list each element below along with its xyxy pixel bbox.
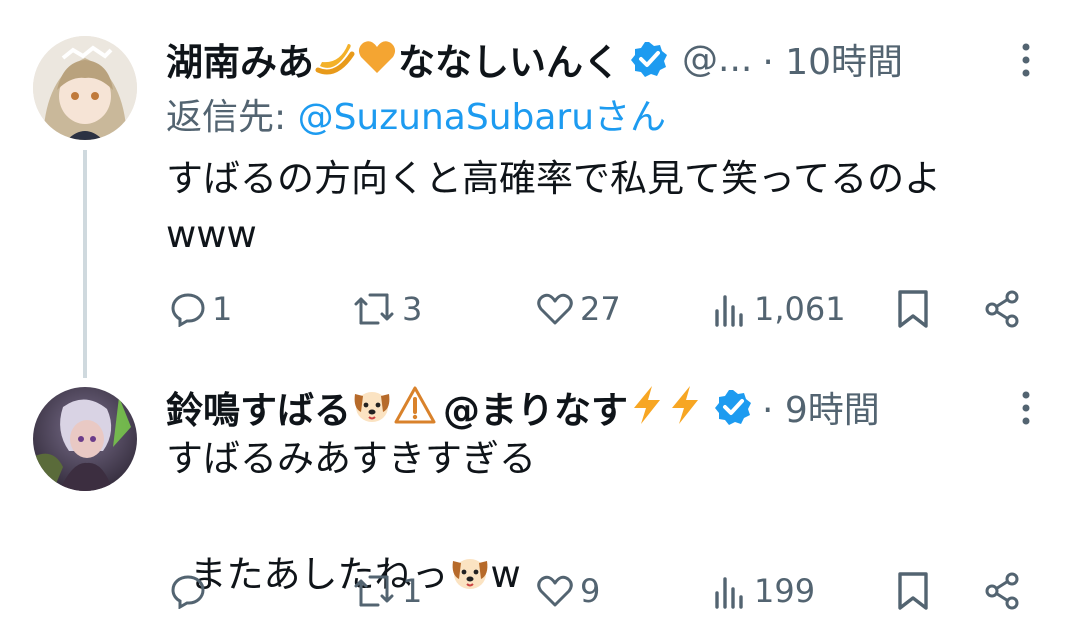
reply-icon	[171, 293, 205, 327]
retweet-count: 3	[402, 290, 423, 328]
tweet2-name-suffix[interactable]: @まりなす	[443, 380, 628, 434]
views-count: 199	[754, 572, 816, 610]
bookmark-icon	[898, 290, 928, 328]
like-count: 27	[580, 290, 621, 328]
views-icon	[715, 577, 743, 609]
retweet-button[interactable]: 3	[352, 284, 422, 334]
reply-count: 1	[212, 290, 233, 328]
tweet1-display-name[interactable]: 湖南みあ	[166, 32, 314, 86]
share-icon	[985, 290, 1019, 328]
views-button[interactable]: 1,061	[712, 284, 846, 334]
retweet-count: 1	[402, 572, 423, 610]
heart-icon	[537, 293, 573, 325]
bookmark-button[interactable]	[896, 284, 930, 334]
avatar-subaru[interactable]	[33, 387, 137, 491]
like-button[interactable]: 9	[536, 566, 600, 616]
bookmark-button[interactable]	[896, 566, 930, 616]
verified-badge-icon	[714, 388, 752, 426]
tweet1-actions: 1 3 27 1,061	[166, 284, 1026, 334]
retweet-icon	[354, 293, 394, 325]
warning-icon	[393, 384, 437, 430]
tweet2-header: 鈴鳴すばる @まりなす · 9時間	[166, 382, 880, 432]
tweet1-text-line1: すばるの方向くと高確率で私見て笑ってるのよ	[166, 157, 942, 200]
lightning-icon	[628, 384, 666, 430]
heart-icon	[537, 575, 573, 607]
orange-heart-icon	[356, 36, 398, 82]
reply-to-suffix: さん	[594, 97, 667, 138]
share-button[interactable]	[982, 284, 1022, 334]
lightning-icon	[666, 384, 704, 430]
reply-icon	[171, 575, 205, 609]
reply-to-handle-link[interactable]: @SuzunaSubaru	[298, 97, 594, 138]
tweet1-header: 湖南みあ ななしいんく @... · 10時間	[166, 32, 903, 86]
more-options-icon[interactable]	[1020, 42, 1032, 82]
tweet1-handle[interactable]: @...	[682, 39, 752, 80]
verified-badge-icon	[630, 40, 668, 78]
retweet-button[interactable]: 1	[352, 566, 422, 616]
tweet1-name-suffix[interactable]: ななしいんく	[398, 32, 620, 86]
tweet2-display-name[interactable]: 鈴鳴すばる	[166, 380, 351, 434]
reply-button[interactable]: 1	[170, 284, 232, 334]
tweet1-timestamp[interactable]: · 10時間	[762, 33, 903, 85]
tweet2-text-line1: すばるみあすきすぎる	[166, 437, 536, 480]
tweet2-timestamp[interactable]: · 9時間	[762, 381, 880, 433]
bookmark-icon	[898, 572, 928, 610]
retweet-icon	[354, 575, 394, 607]
like-count: 9	[580, 572, 601, 610]
thread-connector-line	[83, 150, 87, 378]
share-button[interactable]	[982, 566, 1022, 616]
tweet1-text-line2: www	[166, 213, 257, 256]
more-options-icon[interactable]	[1020, 390, 1032, 430]
avatar-mia[interactable]	[33, 36, 137, 140]
like-button[interactable]: 27	[536, 284, 621, 334]
views-count: 1,061	[754, 290, 846, 328]
tweet2-actions: 1 9 199	[166, 566, 1026, 616]
banana-icon	[314, 36, 356, 82]
views-button[interactable]: 199	[712, 566, 815, 616]
share-icon	[985, 572, 1019, 610]
reply-button[interactable]	[170, 566, 212, 616]
reply-to-label: 返信先:	[166, 97, 298, 138]
dog-face-icon	[351, 384, 393, 430]
reply-context: 返信先: @SuzunaSubaruさん	[166, 88, 666, 140]
views-icon	[715, 295, 743, 327]
